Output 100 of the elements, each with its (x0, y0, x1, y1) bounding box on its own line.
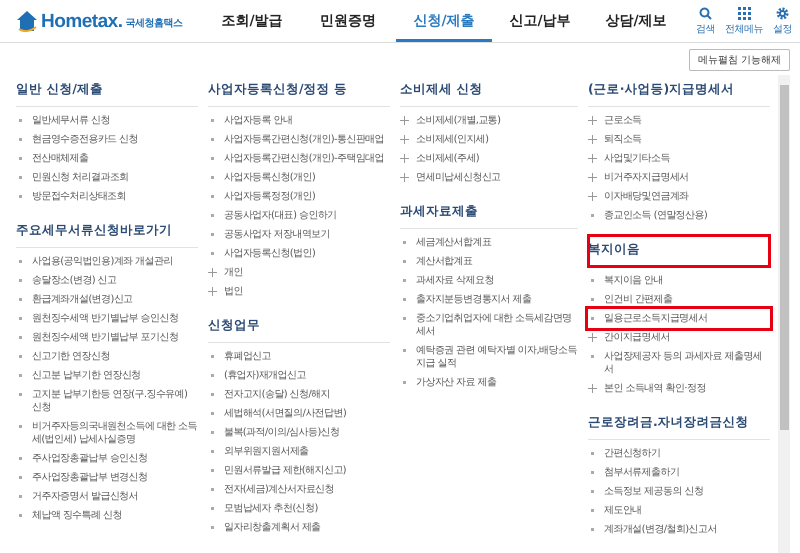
menu-link[interactable]: 원천징수세액 반기별납부 승인신청 (16, 309, 198, 328)
menu-link[interactable]: 법인 (208, 282, 390, 301)
menu-link[interactable]: 신고기한 연장신청 (16, 347, 198, 366)
menu-link[interactable]: 일용근로소득지급명세서 (588, 309, 770, 328)
menu-link[interactable]: 첨부서류제출하기 (588, 463, 770, 482)
menu-link[interactable]: 과세자료 삭제요청 (400, 271, 578, 290)
menu-link[interactable]: 비거주자등의국내원천소득에 대한 소득세(법인세) 납세사실증명 (16, 417, 198, 449)
menu-link[interactable]: 전자(세금)계산서자료신청 (208, 480, 390, 499)
nav-tab[interactable]: 신청/제출 (396, 0, 492, 42)
menu-link[interactable]: 주사업장총괄납부 승인신청 (16, 449, 198, 468)
menu-link[interactable]: 사업자등록정정(개인) (208, 187, 390, 206)
plus-icon (588, 333, 597, 342)
menu-link[interactable]: 근로소득 (588, 111, 770, 130)
menu-link[interactable]: 간편신청하기 (588, 444, 770, 463)
menu-link[interactable]: 가상자산 자료 제출 (400, 373, 578, 392)
menu-link[interactable]: 사업용(공익법인용)계좌 개설관리 (16, 252, 198, 271)
menu-link[interactable]: 사업자등록 안내 (208, 111, 390, 130)
bullet-icon (588, 506, 597, 515)
menu-link[interactable]: 사업장제공자 등의 과세자료 제출명세서 (588, 347, 770, 379)
bullet-icon (208, 447, 217, 456)
menu-link[interactable]: 전자고지(송달) 신청/해지 (208, 385, 390, 404)
toolbar-button[interactable]: 검색 (696, 6, 715, 36)
section-heading: 일반 신청/제출 (16, 75, 198, 107)
menu-link[interactable]: 세법해석(서면질의/사전답변) (208, 404, 390, 423)
menu-link[interactable]: 중소기업취업자에 대한 소득세감면명세서 (400, 309, 578, 341)
bullet-icon (16, 454, 25, 463)
menu-link[interactable]: 휴폐업신고 (208, 347, 390, 366)
menu-link[interactable]: 고지분 납부기한등 연장(구.징수유예) 신청 (16, 385, 198, 417)
menu-link[interactable]: 예탁증권 관련 예탁자별 이자,배당소득 지급 실적 (400, 341, 578, 373)
menu-link[interactable]: 계좌개설(변경/철회)신고서 (588, 520, 770, 539)
menu-link[interactable]: (휴업자)재개업신고 (208, 366, 390, 385)
menu-link[interactable]: 개인 (208, 263, 390, 282)
menu-link[interactable]: 복지이음 안내 (588, 271, 770, 290)
section-heading: 신청업무 (208, 311, 390, 343)
nav-tab[interactable]: 민원증명 (300, 0, 396, 42)
menu-link[interactable]: 세금계산서합계표 (400, 233, 578, 252)
bullet-icon (400, 295, 409, 304)
bullet-icon (588, 295, 597, 304)
bullet-icon (588, 487, 597, 496)
menu-link[interactable]: 공동사업자(대표) 승인하기 (208, 206, 390, 225)
scrollbar-thumb[interactable] (780, 85, 788, 430)
menu-link[interactable]: 체납액 징수특례 신청 (16, 506, 198, 525)
menu-link[interactable]: 퇴직소득 (588, 130, 770, 149)
menu-link[interactable]: 소비제세(인지세) (400, 130, 578, 149)
menu-link[interactable]: 주사업장총괄납부 변경신청 (16, 468, 198, 487)
menu-link[interactable]: 계산서합계표 (400, 252, 578, 271)
grid-icon (738, 6, 750, 20)
menu-link[interactable]: 종교인소득 (연말정산용) (588, 206, 770, 225)
bullet-icon (588, 468, 597, 477)
bullet-icon (16, 173, 25, 182)
nav-tab[interactable]: 조회/발급 (204, 0, 300, 42)
menu-link[interactable]: 사업자등록간편신청(개인)-통신판매업 (208, 130, 390, 149)
menu-link[interactable]: 방문접수처리상태조회 (16, 187, 198, 206)
menu-link[interactable]: 불복(과적/이의/심사등)신청 (208, 423, 390, 442)
menu-link[interactable]: 사업자등록간편신청(개인)-주택임대업 (208, 149, 390, 168)
menu-link[interactable]: 소비제세(주세) (400, 149, 578, 168)
toolbar-button[interactable]: 전체메뉴 (725, 6, 763, 36)
menu-link[interactable]: 외부위원지원서제출 (208, 442, 390, 461)
menu-link[interactable]: 사업및기타소득 (588, 149, 770, 168)
bullet-icon (16, 135, 25, 144)
menu-link[interactable]: 사업자등록신청(법인) (208, 244, 390, 263)
bullet-icon (208, 371, 217, 380)
menu-link[interactable]: 사업자등록신청(개인) (208, 168, 390, 187)
plus-icon (400, 173, 409, 182)
menu-link[interactable]: 출자지분등변경통지서 제출 (400, 290, 578, 309)
nav-tab[interactable]: 상담/제보 (588, 0, 684, 42)
menu-link[interactable]: 면세미납세신청신고 (400, 168, 578, 187)
menu-link[interactable]: 모범납세자 추천(신청) (208, 499, 390, 518)
menu-link[interactable]: 공동사업자 저장내역보기 (208, 225, 390, 244)
nav-tab[interactable]: 신고/납부 (492, 0, 588, 42)
bullet-icon (208, 211, 217, 220)
menu-link[interactable]: 거주자증명서 발급신청서 (16, 487, 198, 506)
menu-link[interactable]: 인건비 간편제출 (588, 290, 770, 309)
menu-link[interactable]: 원천징수세액 반기별납부 포기신청 (16, 328, 198, 347)
scrollbar[interactable] (778, 75, 790, 553)
menu-link[interactable]: 민원신청 처리결과조회 (16, 168, 198, 187)
menu-link[interactable]: 전산매체제출 (16, 149, 198, 168)
bullet-icon (208, 173, 217, 182)
menu-link[interactable]: 송달장소(변경) 신고 (16, 271, 198, 290)
section-heading: 근로장려금.자녀장려금신청 (588, 408, 770, 440)
menu-link[interactable]: 현금영수증전용카드 신청 (16, 130, 198, 149)
menu-link[interactable]: 일반세무서류 신청 (16, 111, 198, 130)
menu-link[interactable]: 비거주자지급명세서 (588, 168, 770, 187)
menu-link[interactable]: 이자배당및연금계좌 (588, 187, 770, 206)
bullet-icon (16, 390, 25, 399)
menu-link[interactable]: 민원서류발급 제한(해지신고) (208, 461, 390, 480)
menu-link[interactable]: 소비제세(개별,교통) (400, 111, 578, 130)
menu-link[interactable]: 제도안내 (588, 501, 770, 520)
bullet-icon (16, 352, 25, 361)
menu-link[interactable]: 소득정보 제공동의 신청 (588, 482, 770, 501)
menu-link[interactable]: 간이지급명세서 (588, 328, 770, 347)
menu-link[interactable]: 신고분 납부기한 연장신청 (16, 366, 198, 385)
toolbar-button[interactable]: 설정 (773, 6, 792, 36)
section-heading: 사업자등록신청/정정 등 (208, 75, 390, 107)
bullet-icon (208, 504, 217, 513)
menu-link[interactable]: 환급계좌개설(변경)신고 (16, 290, 198, 309)
section-heading: 과세자료제출 (400, 197, 578, 229)
menu-link[interactable]: 본인 소득내역 확인·정정 (588, 379, 770, 398)
menu-toggle-button[interactable]: 메뉴펼침 기능해제 (688, 49, 790, 71)
menu-link[interactable]: 일자리창출계획서 제출 (208, 518, 390, 537)
